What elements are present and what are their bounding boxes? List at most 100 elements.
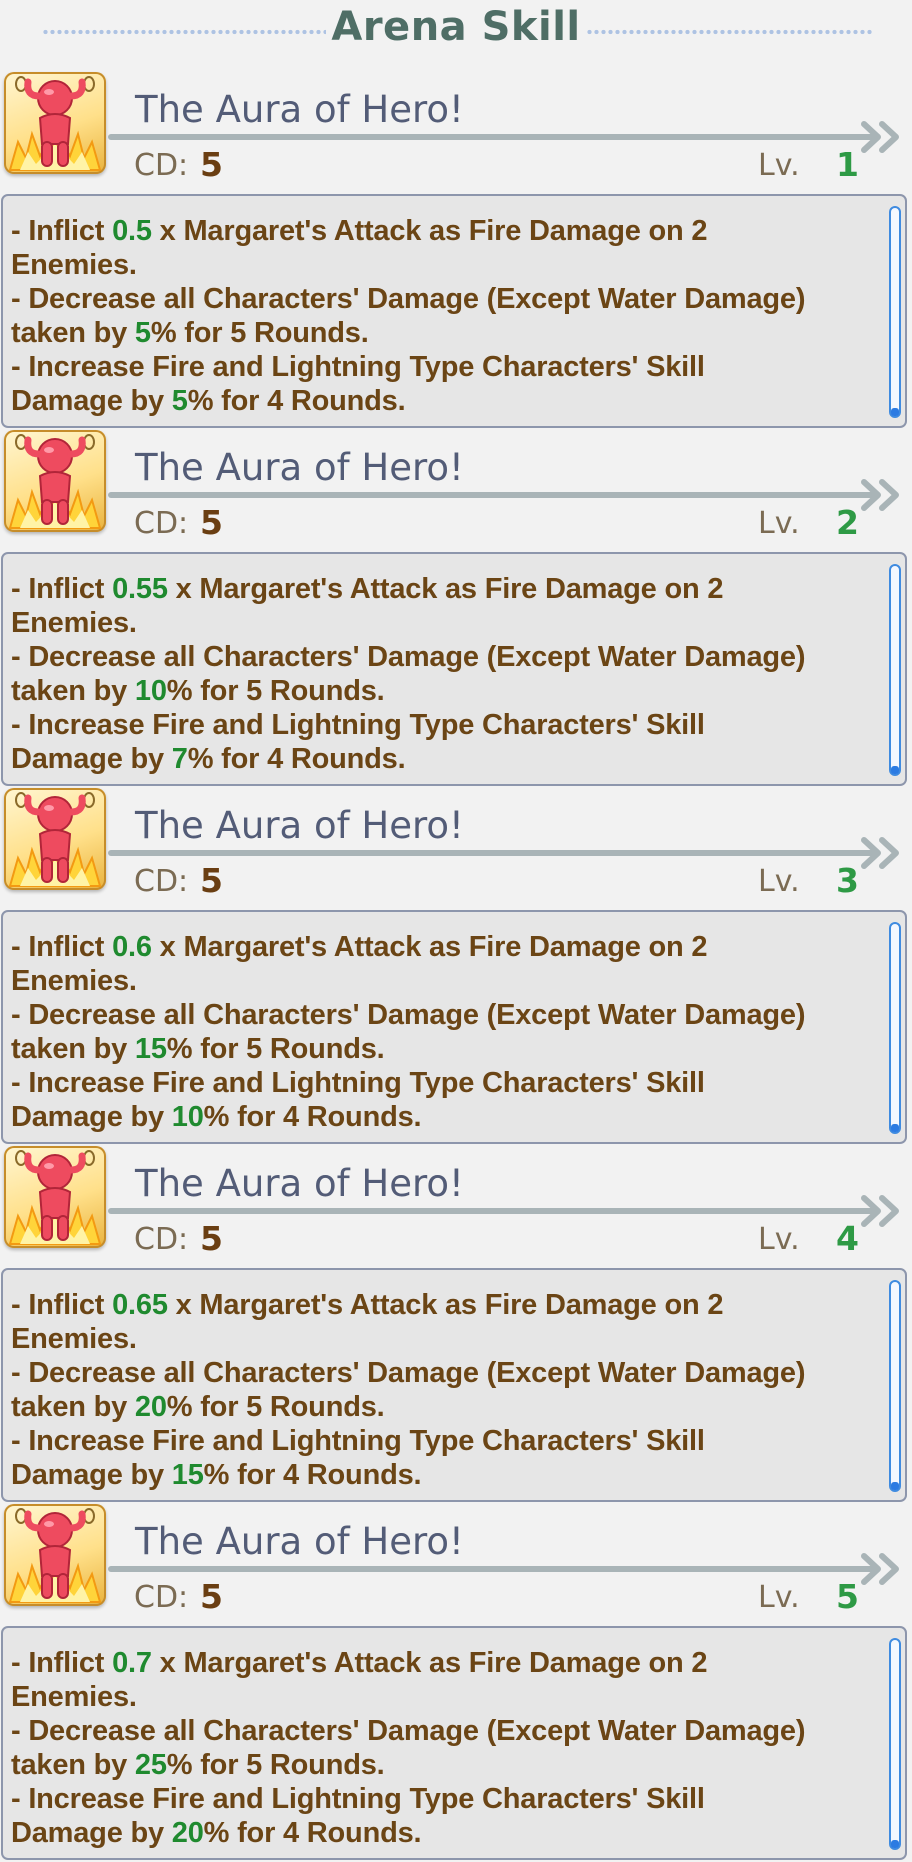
desc-line: Enemies. (11, 249, 137, 281)
skill-card-level-5: The Aura of Hero! CD: 5 Lv. 5 - Inflict … (0, 1502, 912, 1860)
skill-description: - Inflict 0.7 x Margaret's Attack as Fir… (11, 1646, 891, 1850)
damage-multiplier: 0.55 (112, 573, 168, 605)
cooldown-label: CD: (134, 1580, 189, 1615)
skill-description-box[interactable]: - Inflict 0.55 x Margaret's Attack as Fi… (1, 552, 907, 786)
description-scrollbar[interactable] (889, 1638, 901, 1850)
cooldown-value: 5 (200, 503, 223, 542)
desc-text: taken by (11, 1391, 135, 1423)
damage-multiplier: 0.5 (112, 215, 152, 247)
section-title: Arena Skill (331, 4, 581, 50)
damage-decrease-percent: 20 (134, 1391, 167, 1423)
desc-text: % for 4 Rounds. (203, 1459, 422, 1491)
desc-line: - Decrease all Characters' Damage (Excep… (11, 283, 806, 315)
desc-line: taken by 25% for 5 Rounds. (11, 1748, 891, 1782)
name-underline (108, 492, 878, 498)
cooldown-label: CD: (134, 148, 189, 183)
desc-text: % for 4 Rounds. (203, 1101, 422, 1133)
desc-line: Damage by 7% for 4 Rounds. (11, 742, 891, 776)
desc-text: - Inflict (11, 1647, 113, 1679)
desc-text: taken by (11, 675, 135, 707)
desc-line: taken by 10% for 5 Rounds. (11, 674, 891, 708)
skill-description: - Inflict 0.55 x Margaret's Attack as Fi… (11, 572, 891, 776)
header-divider-right (586, 29, 872, 35)
desc-text: - Inflict (11, 215, 113, 247)
desc-line: Enemies. (11, 965, 137, 997)
damage-multiplier: 0.7 (112, 1647, 152, 1679)
damage-decrease-percent: 25 (134, 1749, 167, 1781)
skill-name: The Aura of Hero! (135, 804, 464, 847)
desc-text: - Inflict (11, 1289, 113, 1321)
desc-line: Enemies. (11, 1323, 137, 1355)
skill-damage-increase-percent: 10 (171, 1101, 204, 1133)
hero-aura-icon (4, 788, 106, 890)
desc-text: % for 5 Rounds. (166, 1033, 385, 1065)
desc-text: Damage by (11, 385, 172, 417)
scrollbar-thumb[interactable] (891, 1840, 899, 1848)
skill-description-box[interactable]: - Inflict 0.65 x Margaret's Attack as Fi… (1, 1268, 907, 1502)
desc-text: taken by (11, 317, 135, 349)
skill-card-level-3: The Aura of Hero! CD: 5 Lv. 3 - Inflict … (0, 786, 912, 1144)
arena-skill-panel: Arena Skill The Aura of Hero! CD: 5 Lv. … (0, 0, 912, 1862)
skill-card-level-1: The Aura of Hero! CD: 5 Lv. 1 - Inflict … (0, 70, 912, 428)
desc-line: taken by 20% for 5 Rounds. (11, 1390, 891, 1424)
skill-description-box[interactable]: - Inflict 0.7 x Margaret's Attack as Fir… (1, 1626, 907, 1860)
scrollbar-thumb[interactable] (891, 766, 899, 774)
scrollbar-thumb[interactable] (891, 1124, 899, 1132)
skill-description: - Inflict 0.5 x Margaret's Attack as Fir… (11, 214, 891, 418)
desc-line: - Inflict 0.55 x Margaret's Attack as Fi… (11, 572, 891, 606)
double-chevron-icon (860, 476, 908, 514)
desc-line: - Inflict 0.65 x Margaret's Attack as Fi… (11, 1288, 891, 1322)
desc-text: x Margaret's Attack as Fire Damage on 2 (151, 1647, 708, 1679)
name-underline (108, 1566, 878, 1572)
description-scrollbar[interactable] (889, 922, 901, 1134)
desc-text: Damage by (11, 743, 172, 775)
cooldown-value: 5 (200, 1577, 223, 1616)
level-label: Lv. (758, 148, 800, 183)
level-value: 1 (836, 145, 859, 184)
scrollbar-thumb[interactable] (891, 1482, 899, 1490)
desc-line: - Increase Fire and Lightning Type Chara… (11, 351, 705, 383)
double-chevron-icon (860, 1192, 908, 1230)
skill-description-box[interactable]: - Inflict 0.5 x Margaret's Attack as Fir… (1, 194, 907, 428)
desc-line: - Inflict 0.6 x Margaret's Attack as Fir… (11, 930, 891, 964)
double-chevron-icon (860, 1550, 908, 1588)
desc-text: % for 5 Rounds. (166, 1391, 385, 1423)
skill-damage-increase-percent: 15 (171, 1459, 204, 1491)
skill-description: - Inflict 0.6 x Margaret's Attack as Fir… (11, 930, 891, 1134)
desc-line: - Decrease all Characters' Damage (Excep… (11, 1357, 806, 1389)
desc-text: Damage by (11, 1459, 172, 1491)
hero-aura-icon (4, 72, 106, 174)
desc-line: - Increase Fire and Lightning Type Chara… (11, 709, 705, 741)
desc-text: % for 5 Rounds. (150, 317, 369, 349)
name-underline (108, 1208, 878, 1214)
description-scrollbar[interactable] (889, 564, 901, 776)
desc-line: Damage by 15% for 4 Rounds. (11, 1458, 891, 1492)
skill-damage-increase-percent: 20 (171, 1817, 204, 1849)
desc-text: x Margaret's Attack as Fire Damage on 2 (151, 215, 708, 247)
cooldown-label: CD: (134, 864, 189, 899)
name-underline (108, 850, 878, 856)
hero-aura-icon (4, 1146, 106, 1248)
cooldown-label: CD: (134, 506, 189, 541)
skill-damage-increase-percent: 7 (171, 743, 188, 775)
skill-name: The Aura of Hero! (135, 446, 464, 489)
skill-description-box[interactable]: - Inflict 0.6 x Margaret's Attack as Fir… (1, 910, 907, 1144)
desc-text: taken by (11, 1033, 135, 1065)
double-chevron-icon (860, 834, 908, 872)
description-scrollbar[interactable] (889, 1280, 901, 1492)
description-scrollbar[interactable] (889, 206, 901, 418)
damage-decrease-percent: 5 (134, 317, 151, 349)
skill-name: The Aura of Hero! (135, 1520, 464, 1563)
skill-name: The Aura of Hero! (135, 1162, 464, 1205)
scrollbar-thumb[interactable] (891, 408, 899, 416)
level-label: Lv. (758, 1580, 800, 1615)
desc-line: - Decrease all Characters' Damage (Excep… (11, 641, 806, 673)
desc-text: Damage by (11, 1817, 172, 1849)
level-value: 4 (836, 1219, 859, 1258)
hero-aura-icon (4, 1504, 106, 1606)
damage-multiplier: 0.6 (112, 931, 152, 963)
desc-text: - Inflict (11, 573, 113, 605)
name-underline (108, 134, 878, 140)
level-label: Lv. (758, 506, 800, 541)
desc-line: Damage by 20% for 4 Rounds. (11, 1816, 891, 1850)
